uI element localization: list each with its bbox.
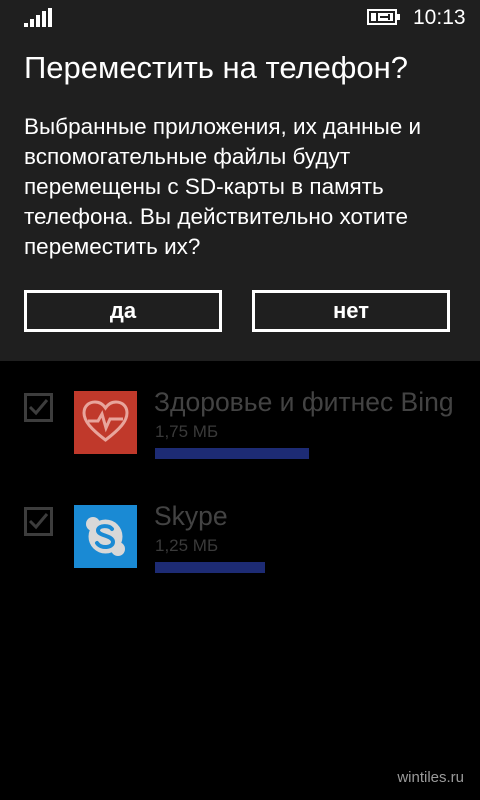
app-tile-skype [74,505,137,568]
app-checkbox[interactable] [24,393,53,422]
no-button[interactable]: нет [252,290,450,332]
app-size-bar [155,448,309,459]
clock: 10:13 [413,6,466,29]
app-name: Skype [154,501,228,531]
list-item[interactable]: Skype 1,25 МБ [0,501,480,595]
dialog-message: Выбранные приложения, их данные и вспомо… [24,114,422,259]
app-size: 1,25 МБ [155,536,219,555]
status-bar: 10:13 [0,0,480,34]
skype-icon [74,505,137,568]
list-item[interactable]: Здоровье и фитнес Bing 1,75 МБ [0,387,480,481]
dialog-title: Переместить на телефон? [24,50,409,85]
confirmation-dialog: 10:13 Переместить на телефон? Выбранные … [0,0,480,361]
checkmark-icon [28,513,49,530]
battery-charging-icon [367,9,400,25]
watermark: wintiles.ru [397,769,464,786]
health-heart-icon [74,391,137,454]
checkmark-icon [28,399,49,416]
app-name: Здоровье и фитнес Bing [154,387,454,417]
app-checkbox[interactable] [24,507,53,536]
app-size-bar [155,562,265,573]
yes-button[interactable]: да [24,290,222,332]
signal-strength-icon [24,8,54,27]
app-size: 1,75 МБ [155,422,219,441]
app-tile-health [74,391,137,454]
